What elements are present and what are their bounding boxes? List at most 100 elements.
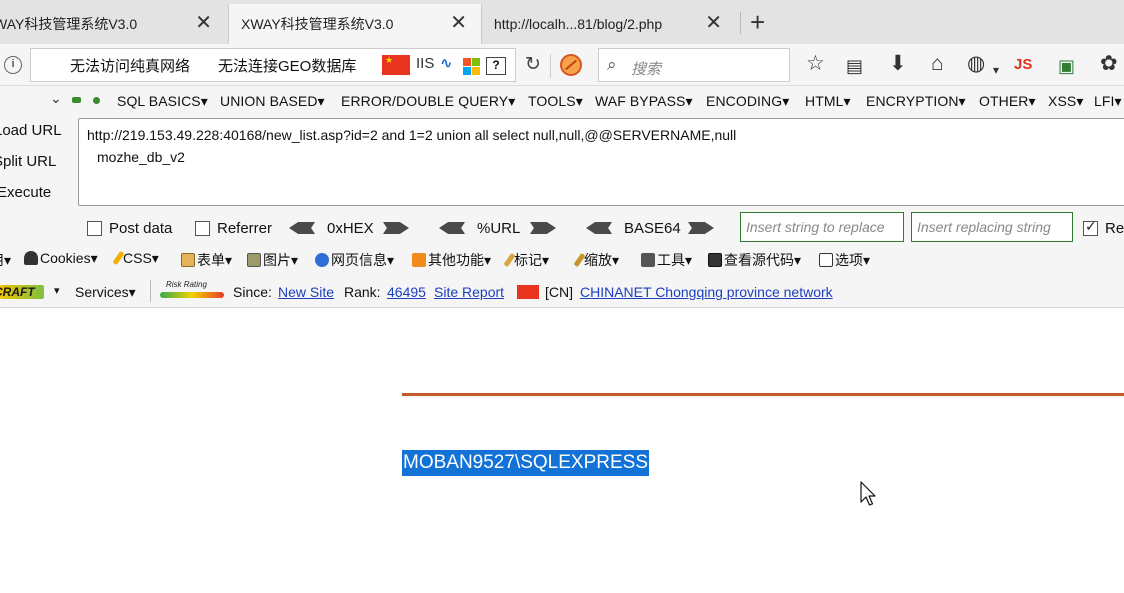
menu-html[interactable]: HTML▾ <box>805 93 851 110</box>
menu-encoding[interactable]: ENCODING▾ <box>706 93 789 110</box>
toolbar-view-source[interactable]: 查看源代码▾ <box>708 250 801 270</box>
reload-icon[interactable]: ↻ <box>525 53 541 76</box>
toolbar-css[interactable]: CSS▾ <box>112 250 159 267</box>
palette-icon[interactable]: ✿ <box>1100 52 1118 76</box>
toolbar-separator <box>150 280 151 302</box>
close-icon[interactable]: ✕ <box>705 13 722 33</box>
base64-encode-arrow-icon[interactable] <box>688 222 714 234</box>
image-icon <box>247 253 261 267</box>
toolbar-cookies[interactable]: Cookies▾ <box>24 250 98 267</box>
misc-icon <box>412 253 426 267</box>
clipboard-icon <box>181 253 195 267</box>
replace-all-checkbox[interactable] <box>1083 218 1098 236</box>
tab-xway-1[interactable]: WAY科技管理系统V3.0 ✕ <box>0 4 226 44</box>
js-toggle[interactable]: JS <box>1014 56 1032 73</box>
mouse-cursor-icon <box>860 481 876 506</box>
toolbar-css-label: CSS▾ <box>123 250 159 266</box>
hex-encode-arrow-icon[interactable] <box>383 222 409 234</box>
referrer-label: Referrer <box>217 220 273 237</box>
info-icon[interactable]: i <box>4 56 22 74</box>
rank-link[interactable]: 46495 <box>387 284 426 300</box>
menu-encryption[interactable]: ENCRYPTION▾ <box>866 93 966 110</box>
search-icon: ⌕ <box>607 55 617 74</box>
hex-decode-arrow-icon[interactable] <box>289 222 315 234</box>
toolbar-misc[interactable]: 其他功能▾ <box>412 250 491 270</box>
url-line: http://219.153.49.228:40168/new_list.asp… <box>87 127 737 143</box>
base64-decode-arrow-icon[interactable] <box>586 222 612 234</box>
menu-other[interactable]: OTHER▾ <box>979 93 1036 110</box>
rank-label: Rank: <box>344 284 381 300</box>
toolbar-resize[interactable]: 缩放▾ <box>573 250 620 270</box>
wrench-icon <box>641 253 655 267</box>
menu-tools[interactable]: TOOLS▾ <box>528 93 583 110</box>
menu-sql-basics[interactable]: SQL BASICS▾ <box>117 93 208 110</box>
since-link[interactable]: New Site <box>278 284 334 300</box>
hackbar-toggle-icon[interactable] <box>72 97 81 103</box>
reading-list-icon[interactable]: ▤ <box>846 54 863 78</box>
url-decode-arrow-icon[interactable] <box>439 222 465 234</box>
load-url-button[interactable]: Load URL <box>0 122 62 139</box>
noscript-icon[interactable] <box>560 54 582 76</box>
menu-lfi[interactable]: LFI▾ <box>1094 93 1122 110</box>
person-icon <box>24 251 38 265</box>
toolbar-forms-label: 表单▾ <box>197 252 233 268</box>
hackbar-url-textarea[interactable]: http://219.153.49.228:40168/new_list.asp… <box>78 118 1124 206</box>
toolbar-disable[interactable]: 用▾ <box>0 250 11 270</box>
tab-bar: WAY科技管理系统V3.0 ✕ XWAY科技管理系统V3.0 ✕ http://… <box>0 0 1124 44</box>
translate-icon[interactable]: ▣ <box>1058 54 1075 78</box>
webdev-toolbar: 用▾ Cookies▾ CSS▾ 表单▾ 图片▾ 网页信息▾ 其他功能▾ 标记▾… <box>0 244 1124 274</box>
close-icon[interactable]: ✕ <box>450 13 467 33</box>
post-data-label: Post data <box>109 220 173 237</box>
replacing-string-input[interactable]: Insert replacing string <box>911 212 1073 242</box>
toolbar-resize-label: 缩放▾ <box>584 252 620 268</box>
split-url-button[interactable]: Split URL <box>0 153 56 170</box>
globe-icon[interactable]: ◍ <box>967 52 985 76</box>
china-flag-icon <box>517 285 539 299</box>
toolbar-view-source-label: 查看源代码▾ <box>724 252 802 268</box>
toolbar-images[interactable]: 图片▾ <box>247 250 298 270</box>
risk-rating-label: Risk Rating <box>166 280 207 289</box>
menu-waf-bypass[interactable]: WAF BYPASS▾ <box>595 93 693 110</box>
tab-blog[interactable]: http://localh...81/blog/2.php ✕ <box>484 4 736 44</box>
site-report-link[interactable]: Site Report <box>434 284 504 300</box>
close-icon[interactable]: ✕ <box>195 13 212 33</box>
execute-button[interactable]: Execute <box>0 184 51 201</box>
geo-db-status: 无法连接GEO数据库 <box>218 58 357 75</box>
craft-logo[interactable]: CRAFT <box>0 285 35 299</box>
menu-xss[interactable]: XSS▾ <box>1048 93 1083 110</box>
url-label: %URL <box>477 220 521 237</box>
post-data-checkbox[interactable] <box>87 221 102 236</box>
url-encode-arrow-icon[interactable] <box>530 222 556 234</box>
hackbar-menu: ⌄ SQL BASICS▾ UNION BASED▾ ERROR/DOUBLE … <box>0 86 1124 116</box>
referrer-checkbox[interactable] <box>195 221 210 236</box>
menu-union-based[interactable]: UNION BASED▾ <box>220 93 325 110</box>
network-link[interactable]: CHINANET Chongqing province network <box>580 284 833 300</box>
services-menu[interactable]: Services▾ <box>75 284 136 301</box>
help-icon[interactable]: ? <box>486 57 506 75</box>
risk-rating-meter: Risk Rating <box>160 280 224 300</box>
tab-xway-2[interactable]: XWAY科技管理系统V3.0 ✕ <box>228 4 482 44</box>
info-circle-icon <box>315 253 329 267</box>
menu-error-double-query[interactable]: ERROR/DOUBLE QUERY▾ <box>341 93 515 110</box>
toolbar-page-info[interactable]: 网页信息▾ <box>315 250 394 270</box>
chevron-down-icon[interactable]: ▾ <box>54 284 60 297</box>
toolbar-tools[interactable]: 工具▾ <box>641 250 692 270</box>
replace-string-input[interactable]: Insert string to replace <box>740 212 904 242</box>
toolbar-outline-label: 标记▾ <box>514 252 550 268</box>
download-icon[interactable]: ⬇ <box>889 52 907 76</box>
hackbar-options: Post data Referrer 0xHEX %URL BASE64 Ins… <box>0 212 1124 244</box>
chevron-down-icon[interactable]: ▾ <box>993 58 999 82</box>
toolbar-options[interactable]: 选项▾ <box>819 250 870 270</box>
new-tab-plus-icon[interactable]: + <box>750 8 765 36</box>
source-icon <box>708 253 722 267</box>
toolbar-outline[interactable]: 标记▾ <box>503 250 550 270</box>
chevron-down-icon[interactable]: ⌄ <box>50 90 62 107</box>
home-icon[interactable]: ⌂ <box>931 52 944 76</box>
risk-rating-bar <box>160 292 224 298</box>
search-box[interactable]: ⌕ 搜索 <box>598 48 790 82</box>
hex-label: 0xHEX <box>327 220 374 237</box>
horizontal-rule <box>402 393 1124 396</box>
toolbar-forms[interactable]: 表单▾ <box>181 250 232 270</box>
hackbar-status-icon[interactable] <box>93 97 100 104</box>
bookmark-star-icon[interactable]: ☆ <box>806 52 825 76</box>
